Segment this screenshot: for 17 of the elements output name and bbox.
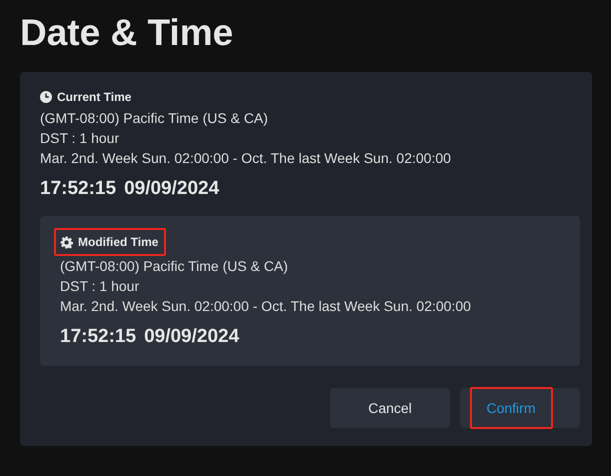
cancel-button[interactable]: Cancel (330, 388, 450, 428)
clock-icon (40, 91, 52, 103)
section-heading: Modified Time (54, 228, 166, 256)
timezone-info: (GMT-08:00) Pacific Time (US & CA) (40, 109, 269, 128)
gear-icon (60, 236, 73, 248)
time-text: 17:52:15 (40, 178, 116, 200)
page-title: Date & Time (20, 12, 234, 54)
date-text: 09/09/2024 (144, 326, 240, 348)
timezone-info: Mar. 2nd. Week Sun. 02:00:00 - Oct. The last Week Sun. 02:00:00 (60, 297, 472, 316)
timezone-info: DST : 1 hour (40, 129, 120, 148)
timezone-info: (GMT-08:00) Pacific Time (US & CA) (60, 257, 289, 276)
section-heading: Current Time (40, 90, 132, 104)
time-text: 17:52:15 (60, 326, 136, 348)
confirm-button[interactable]: Confirm (460, 388, 580, 428)
timezone-info: Mar. 2nd. Week Sun. 02:00:00 - Oct. The last Week Sun. 02:00:00 (40, 149, 452, 168)
timezone-info: DST : 1 hour (60, 277, 140, 296)
date-text: 09/09/2024 (124, 178, 220, 200)
